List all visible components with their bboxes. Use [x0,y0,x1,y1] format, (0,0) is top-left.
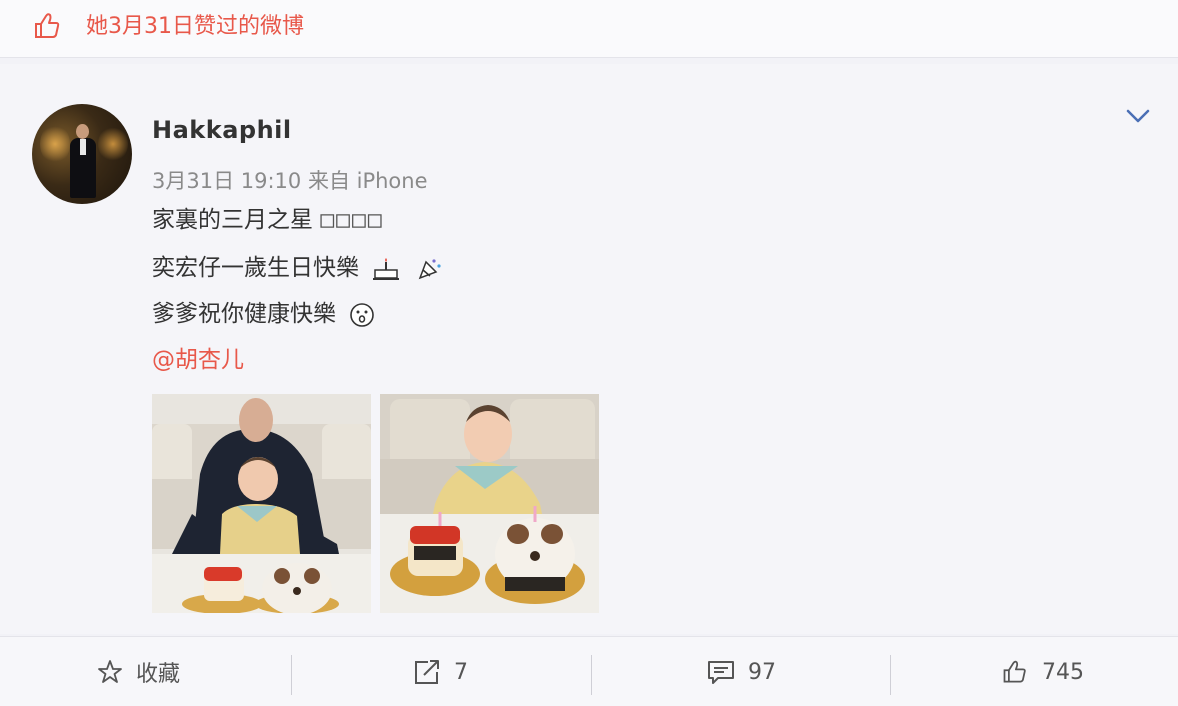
star-icon [98,660,122,683]
chevron-down-icon[interactable] [1124,102,1152,130]
divider [591,655,592,695]
photo-baby-cakes [380,394,599,613]
like-count: 745 [1042,659,1084,685]
thumbs-up-icon [1003,660,1026,683]
post-image[interactable] [380,394,599,613]
favorite-label: 收藏 [136,662,181,687]
post-text-line: 爹爹祝你健康快樂 [152,298,375,330]
repost-icon [415,660,439,684]
post-text-line: 家裏的三月之星 □□□□ [152,207,384,233]
repost-button[interactable]: 7 [412,637,468,706]
username[interactable]: Hakkaphil [152,116,292,144]
divider [890,655,891,695]
repost-count: 7 [454,659,468,685]
comment-count: 97 [748,659,776,685]
action-bar: 收藏 7 97 745 [0,636,1178,706]
favorite-button[interactable]: 收藏 [96,637,180,706]
post-text-line: 奕宏仔一歲生日快樂 [152,252,442,284]
comment-icon [708,661,734,684]
party-popper-icon [418,258,441,279]
unsupported-emoji-boxes: □□□□ [320,207,384,233]
thumbs-up-icon [35,13,60,38]
cake-icon [373,257,400,280]
surprised-face-icon [350,302,375,327]
liked-banner-text[interactable]: 她3月31日赞过的微博 [86,12,304,42]
photo-father-baby-cakes [152,394,371,613]
post-meta: 3月31日 19:10 来自 iPhone [152,169,428,193]
like-button[interactable]: 745 [1000,637,1084,706]
divider [291,655,292,695]
mention-link[interactable]: @胡杏儿 [152,344,244,376]
liked-banner: 她3月31日赞过的微博 [0,0,1178,58]
post-image[interactable] [152,394,371,613]
comment-button[interactable]: 97 [706,637,776,706]
post-card: Hakkaphil 3月31日 19:10 来自 iPhone 家裏的三月之星 … [0,64,1178,634]
avatar[interactable] [32,104,132,204]
